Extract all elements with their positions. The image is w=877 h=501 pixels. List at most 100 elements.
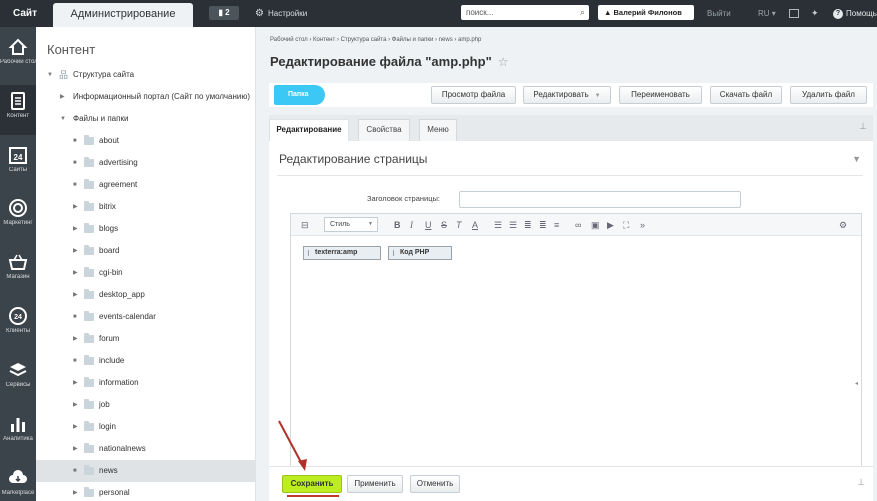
tree-folder-item[interactable]: ▶ desktop_app: [36, 284, 255, 306]
nav-item-marketplace[interactable]: Marketplace: [0, 462, 36, 501]
toggle-view-icon[interactable]: ⊟: [301, 218, 309, 232]
component-chip[interactable]: texterra:amp: [303, 246, 381, 260]
search-icon[interactable]: ⌕: [580, 5, 585, 20]
view-file-button[interactable]: Просмотр файла: [431, 86, 516, 104]
nav-item-content[interactable]: Контент: [0, 85, 36, 135]
tree-folder-item[interactable]: ▶ cgi-bin: [36, 262, 255, 284]
nav-item-desktop[interactable]: Рабочий стол: [0, 31, 36, 81]
language-select[interactable]: RU ▾: [758, 0, 776, 27]
link-icon[interactable]: ∞: [575, 218, 581, 232]
apply-button[interactable]: Применить: [347, 475, 403, 493]
chevron-right-icon[interactable]: ▶: [73, 240, 78, 262]
nav-item-shop[interactable]: Магазин: [0, 246, 36, 296]
pin-icon[interactable]: ⊥: [857, 477, 865, 488]
star-icon[interactable]: ☆: [498, 55, 509, 69]
breadcrumb-item[interactable]: news: [439, 37, 453, 43]
chevron-right-icon[interactable]: ▶: [73, 394, 78, 416]
unordered-list-icon[interactable]: ☰: [509, 218, 517, 232]
more-icon[interactable]: »: [640, 218, 645, 232]
logout-link[interactable]: Выйти: [707, 0, 731, 27]
video-icon[interactable]: ▶: [607, 218, 614, 232]
save-button[interactable]: Сохранить: [282, 475, 342, 497]
scroll-arrow-icon[interactable]: ◂: [855, 380, 858, 387]
chevron-right-icon[interactable]: ▶: [73, 218, 78, 240]
align-icon[interactable]: ≡: [554, 218, 559, 232]
chevron-right-icon[interactable]: ▶: [73, 482, 78, 501]
breadcrumb-item[interactable]: Рабочий стол: [270, 37, 308, 43]
tree-folder-item[interactable]: ▶ blogs: [36, 218, 255, 240]
tree-folder-item[interactable]: ■ agreement: [36, 174, 255, 196]
breadcrumb-item[interactable]: Структура сайта: [341, 37, 387, 43]
tree-folder-item[interactable]: ■ events-calendar: [36, 306, 255, 328]
tree-folder-item[interactable]: ▶ board: [36, 240, 255, 262]
tree-folder-item[interactable]: ▶ job: [36, 394, 255, 416]
folder-button[interactable]: Папка: [274, 85, 325, 105]
nav-item-sites[interactable]: 24 Сайты: [0, 139, 36, 189]
delete-file-button[interactable]: Удалить файл: [790, 86, 867, 104]
user-menu[interactable]: ▲ Валерий Филонов: [598, 5, 694, 20]
indent-icon[interactable]: ≣: [539, 218, 547, 232]
tree-folder-item[interactable]: ▶ login: [36, 416, 255, 438]
ordered-list-icon[interactable]: ☰: [494, 218, 502, 232]
cancel-button[interactable]: Отменить: [410, 475, 460, 493]
fullscreen-icon[interactable]: ⛶: [623, 218, 629, 232]
page-header-input[interactable]: [459, 191, 741, 208]
image-icon[interactable]: ▣: [591, 218, 600, 232]
style-select[interactable]: Стиль ▼: [324, 217, 378, 232]
window-icon[interactable]: [789, 9, 799, 18]
tab-menu[interactable]: Меню: [419, 119, 457, 141]
edit-button[interactable]: Редактировать ▼: [523, 86, 611, 104]
admin-tab[interactable]: Администрирование: [53, 3, 193, 27]
collapse-icon[interactable]: ▼: [852, 154, 861, 164]
chevron-down-icon[interactable]: ▼: [47, 64, 53, 86]
pin-icon[interactable]: ⊥: [859, 121, 867, 132]
tab-editing[interactable]: Редактирование: [269, 119, 349, 141]
tree-item-site-structure[interactable]: ▼ 品 Структура сайта: [36, 64, 255, 86]
html-editor[interactable]: ⊟ Стиль ▼ B I U S T A ☰ ☰ ≣ ≣ ≡ ∞ ▣ ▶ ⛶ »…: [290, 213, 862, 466]
chevron-right-icon[interactable]: ▶: [73, 438, 78, 460]
nav-item-analytics[interactable]: Аналитика: [0, 408, 36, 458]
site-tab[interactable]: Сайт: [0, 0, 50, 27]
chevron-right-icon[interactable]: ▶: [60, 86, 65, 108]
tree-folder-item[interactable]: ■ news: [36, 460, 255, 482]
tree-folder-item[interactable]: ▶ information: [36, 372, 255, 394]
tree-folder-item[interactable]: ■ include: [36, 350, 255, 372]
outdent-icon[interactable]: ≣: [524, 218, 532, 232]
nav-item-services[interactable]: Сервисы: [0, 354, 36, 404]
chevron-right-icon[interactable]: ▶: [73, 328, 78, 350]
download-file-button[interactable]: Скачать файл: [710, 86, 782, 104]
search-input[interactable]: поиск... ⌕: [461, 5, 589, 20]
chevron-right-icon[interactable]: ▶: [73, 284, 78, 306]
tree-folder-item[interactable]: ▶ nationalnews: [36, 438, 255, 460]
chevron-right-icon[interactable]: ▶: [73, 372, 78, 394]
chevron-right-icon[interactable]: ▶: [73, 262, 78, 284]
strikethrough-icon[interactable]: S: [441, 218, 447, 232]
tree-folder-item[interactable]: ▶ forum: [36, 328, 255, 350]
tree-folder-item[interactable]: ▶ personal: [36, 482, 255, 501]
nav-item-marketing[interactable]: Маркетинг: [0, 192, 36, 242]
notifications-badge[interactable]: ▮ 2: [209, 6, 239, 20]
tree-folder-item[interactable]: ▶ bitrix: [36, 196, 255, 218]
pin-icon[interactable]: ✦: [811, 0, 819, 27]
chevron-right-icon[interactable]: ▶: [73, 416, 78, 438]
text-color-icon[interactable]: A: [472, 218, 478, 232]
tab-properties[interactable]: Свойства: [358, 119, 410, 141]
italic-icon[interactable]: I: [410, 218, 413, 232]
tree-item-portal[interactable]: ▶ Информационный портал (Сайт по умолчан…: [36, 86, 255, 108]
bold-icon[interactable]: B: [394, 218, 401, 232]
settings-icon[interactable]: ⚙: [839, 218, 847, 232]
breadcrumb-item[interactable]: Файлы и папки: [392, 37, 434, 43]
tree-folder-item[interactable]: ■ about: [36, 130, 255, 152]
settings-link[interactable]: ⚙ Настройки: [255, 0, 307, 27]
underline-icon[interactable]: U: [425, 218, 432, 232]
tree-item-files[interactable]: ▼ Файлы и папки: [36, 108, 255, 130]
php-code-chip[interactable]: Код PHP: [388, 246, 452, 260]
breadcrumb-item[interactable]: Контент: [313, 37, 335, 43]
help-link[interactable]: ? Помощь: [833, 0, 877, 27]
nav-item-clients[interactable]: 24 Клиенты: [0, 300, 36, 350]
tree-folder-item[interactable]: ■ advertising: [36, 152, 255, 174]
chevron-right-icon[interactable]: ▶: [73, 196, 78, 218]
chevron-down-icon[interactable]: ▼: [60, 108, 66, 130]
clear-format-icon[interactable]: T: [456, 218, 462, 232]
rename-button[interactable]: Переименовать: [619, 86, 702, 104]
